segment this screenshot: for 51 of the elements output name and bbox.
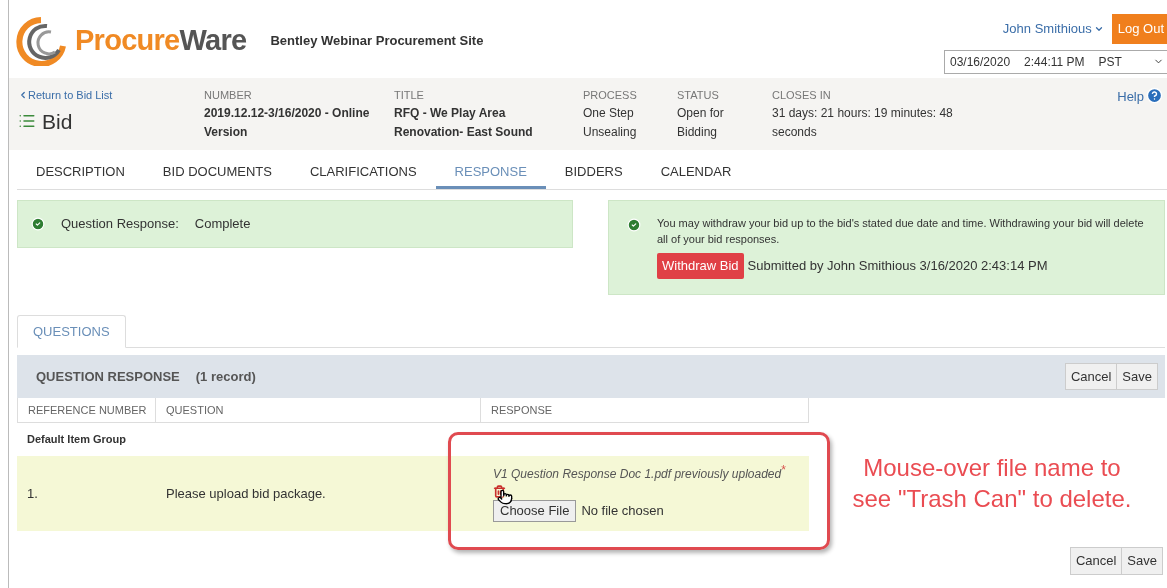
choose-file-button[interactable]: Choose File (493, 500, 577, 522)
file-status: No file chosen (581, 502, 664, 521)
tab[interactable]: CLARIFICATIONS (290, 158, 436, 189)
tab[interactable]: CALENDAR (641, 158, 751, 189)
status-value: Complete (194, 215, 251, 234)
field-label: CLOSES IN (772, 88, 832, 103)
column-header: REFERENCE NUMBER (17, 398, 156, 422)
field-value: RFQ - We Play Area Renovation- East Sound (394, 104, 534, 141)
group-label: Default Item Group (27, 432, 126, 448)
field-value: Open for Bidding (677, 104, 725, 141)
save-button[interactable]: Save (1117, 362, 1158, 391)
field-label: STATUS (677, 88, 720, 103)
chevron-left-icon (18, 90, 28, 101)
question-cell-text: Please upload bid package. (165, 484, 327, 503)
check-icon (31, 217, 45, 231)
required-mark: * (781, 465, 786, 476)
column-header: QUESTION (156, 398, 481, 422)
trash-icon[interactable] (493, 485, 506, 499)
field-label: TITLE (394, 88, 425, 103)
help-icon (1146, 87, 1163, 104)
tab[interactable]: BID DOCUMENTS (143, 158, 291, 189)
field-label: NUMBER (204, 88, 253, 103)
field-value: 2019.12.12-3/16/2020 - Online Version (204, 104, 371, 141)
datetime-select[interactable]: 03/16/2020 2:44:11 PM PST (944, 49, 1167, 74)
column-header: RESPONSE (481, 398, 809, 422)
tab[interactable]: QUESTIONS (17, 315, 126, 348)
record-count: (1 record) (195, 367, 256, 386)
status-label: Question Response: (61, 215, 179, 234)
save-button[interactable]: Save (1122, 547, 1163, 575)
field-value: 31 days: 21 hours: 19 minutes: 48 seconds (772, 104, 954, 141)
tab[interactable]: BIDDERS (545, 158, 642, 189)
cancel-button[interactable]: Cancel (1069, 547, 1123, 575)
logo-wordmark: ProcureWare (75, 23, 247, 59)
field-value: One Step Unsealing (583, 104, 638, 141)
site-name: Bentley Webinar Procurement Site (270, 32, 484, 51)
cancel-button[interactable]: Cancel (1064, 362, 1118, 391)
tab[interactable]: DESCRIPTION (17, 158, 144, 189)
table-title: QUESTION RESPONSE (36, 367, 180, 386)
back-link[interactable]: Return to Bid List (18, 87, 204, 104)
user-menu[interactable]: John Smithious (1002, 19, 1104, 39)
submitted-text: Submitted by John Smithious 3/16/2020 2:43:14 PM (747, 257, 1048, 275)
check-icon (627, 218, 641, 232)
field-label: PROCESS (583, 88, 638, 103)
reference-cell-text: 1. (26, 484, 39, 503)
help-link[interactable]: Help (1117, 87, 1144, 107)
page-title: Bid (42, 108, 73, 135)
uploaded-file-name[interactable]: V1 Question Response Doc 1.pdf previously uploaded (493, 465, 782, 484)
hand-cursor-icon (497, 489, 513, 506)
withdraw-button[interactable]: Withdraw Bid (657, 253, 744, 279)
annotation-text: Mouse-over file name to see "Trash Can" to delete. (851, 453, 1133, 514)
withdraw-message: You may withdraw your bid up to the bid's stated due date and time. Withdrawing your bid will delete all of your bid responses. (657, 216, 1145, 247)
